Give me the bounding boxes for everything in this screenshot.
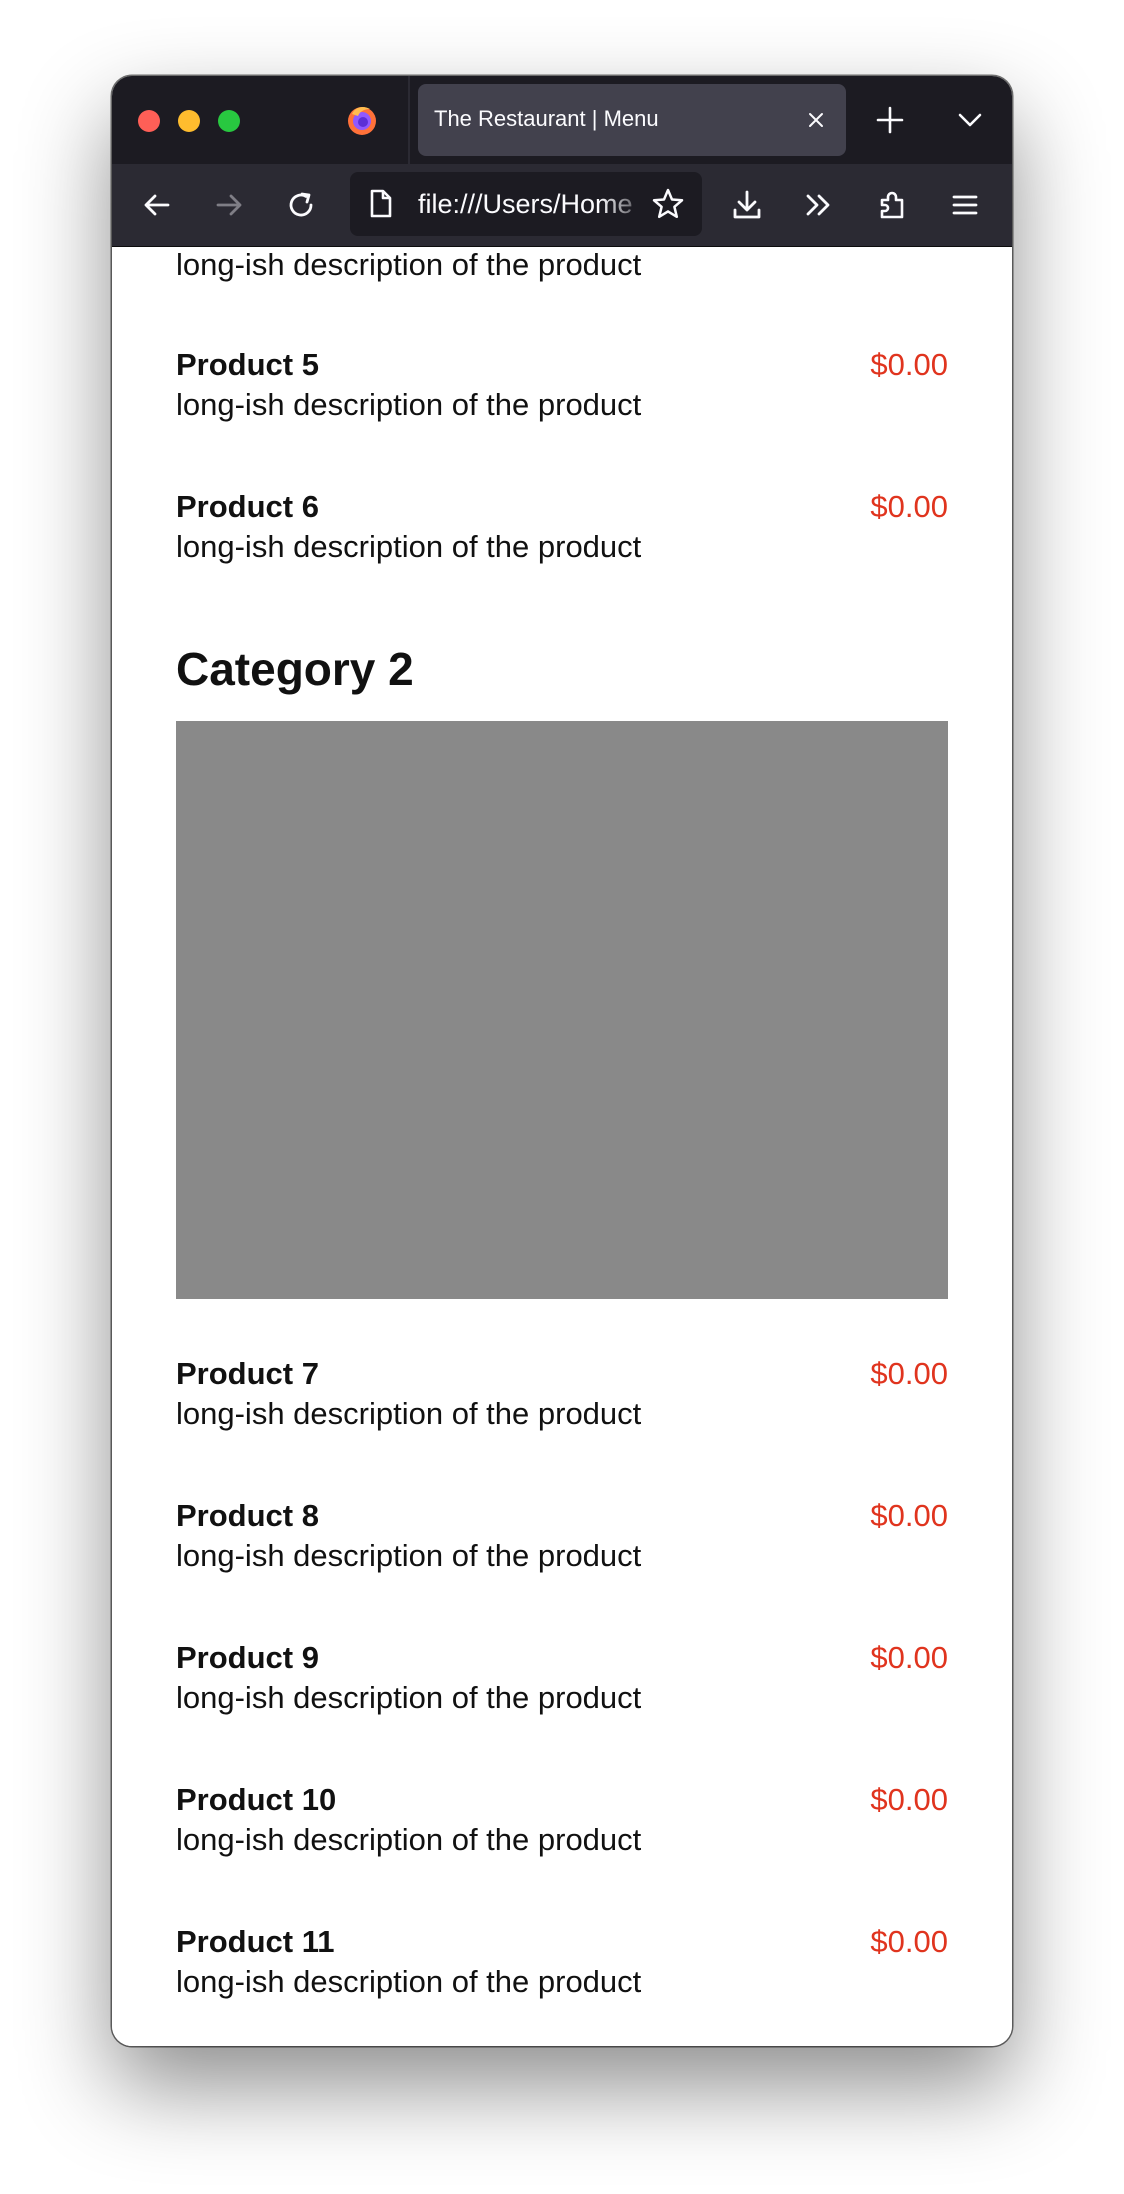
navigation-toolbar: file:///Users/Home xyxy=(112,164,1012,247)
product-price: $0.00 xyxy=(870,489,948,524)
product-item: Product 9 $0.00 long-ish description of … xyxy=(176,1640,948,1730)
product-item: Product 10 $0.00 long-ish description of… xyxy=(176,1782,948,1872)
tab-active[interactable]: The Restaurant | Menu xyxy=(418,84,846,156)
browser-window: The Restaurant | Menu file:///Users/Home… xyxy=(112,76,1012,2046)
category-image xyxy=(176,721,948,1299)
product-item: Product 7 $0.00 long-ish description of … xyxy=(176,1356,948,1446)
product-name: Product 7 xyxy=(176,1356,319,1391)
firefox-icon xyxy=(346,104,378,136)
product-name: Product 5 xyxy=(176,347,319,382)
close-window-button[interactable] xyxy=(138,110,160,132)
product-description: long-ish description of the product xyxy=(176,1538,642,1573)
tab-divider xyxy=(408,76,410,164)
zoom-window-button[interactable] xyxy=(218,110,240,132)
product-name: Product 9 xyxy=(176,1640,319,1675)
back-arrow-icon[interactable] xyxy=(138,186,176,224)
product-item: Product 8 $0.00 long-ish description of … xyxy=(176,1498,948,1588)
url-fade xyxy=(600,172,650,236)
product-price: $0.00 xyxy=(870,1640,948,1675)
product-price: $0.00 xyxy=(870,347,948,382)
product-name: Product 10 xyxy=(176,1782,337,1817)
download-icon[interactable] xyxy=(728,186,766,224)
double-chevron-icon[interactable] xyxy=(800,186,838,224)
chevron-down-icon[interactable] xyxy=(952,102,988,138)
forward-arrow-icon[interactable] xyxy=(210,186,248,224)
tab-title: The Restaurant | Menu xyxy=(434,106,659,131)
minimize-window-button[interactable] xyxy=(178,110,200,132)
category-heading: Category 2 xyxy=(176,643,414,695)
tab-bar: The Restaurant | Menu xyxy=(112,76,1012,164)
product-price: $0.00 xyxy=(870,1782,948,1817)
product-price: $0.00 xyxy=(870,1498,948,1533)
product-name: Product 11 xyxy=(176,1924,335,1959)
product-price: $0.00 xyxy=(870,1924,948,1959)
product-description: long-ish description of the product xyxy=(176,1680,642,1715)
close-icon[interactable] xyxy=(800,104,832,136)
product-description: long-ish description of the product xyxy=(176,1396,642,1431)
page-content: long-ish description of the product Prod… xyxy=(112,247,1012,2046)
product-description: long-ish description of the product xyxy=(176,247,642,282)
product-description: long-ish description of the product xyxy=(176,387,642,422)
product-description: long-ish description of the product xyxy=(176,1822,642,1857)
plus-icon[interactable] xyxy=(872,102,908,138)
hamburger-icon[interactable] xyxy=(946,186,984,224)
address-bar[interactable]: file:///Users/Home xyxy=(350,172,702,236)
product-description: long-ish description of the product xyxy=(176,529,642,564)
product-price: $0.00 xyxy=(870,1356,948,1391)
product-item: Product 5 $0.00 long-ish description of … xyxy=(176,347,948,437)
product-item: Product 11 $0.00 long-ish description of… xyxy=(176,1924,948,2014)
reload-icon[interactable] xyxy=(282,186,320,224)
product-item: Product 6 $0.00 long-ish description of … xyxy=(176,489,948,579)
product-name: Product 8 xyxy=(176,1498,319,1533)
product-description: long-ish description of the product xyxy=(176,1964,642,1999)
star-icon[interactable] xyxy=(650,186,686,222)
product-name: Product 6 xyxy=(176,489,319,524)
page-icon xyxy=(366,188,396,220)
puzzle-icon[interactable] xyxy=(874,186,912,224)
